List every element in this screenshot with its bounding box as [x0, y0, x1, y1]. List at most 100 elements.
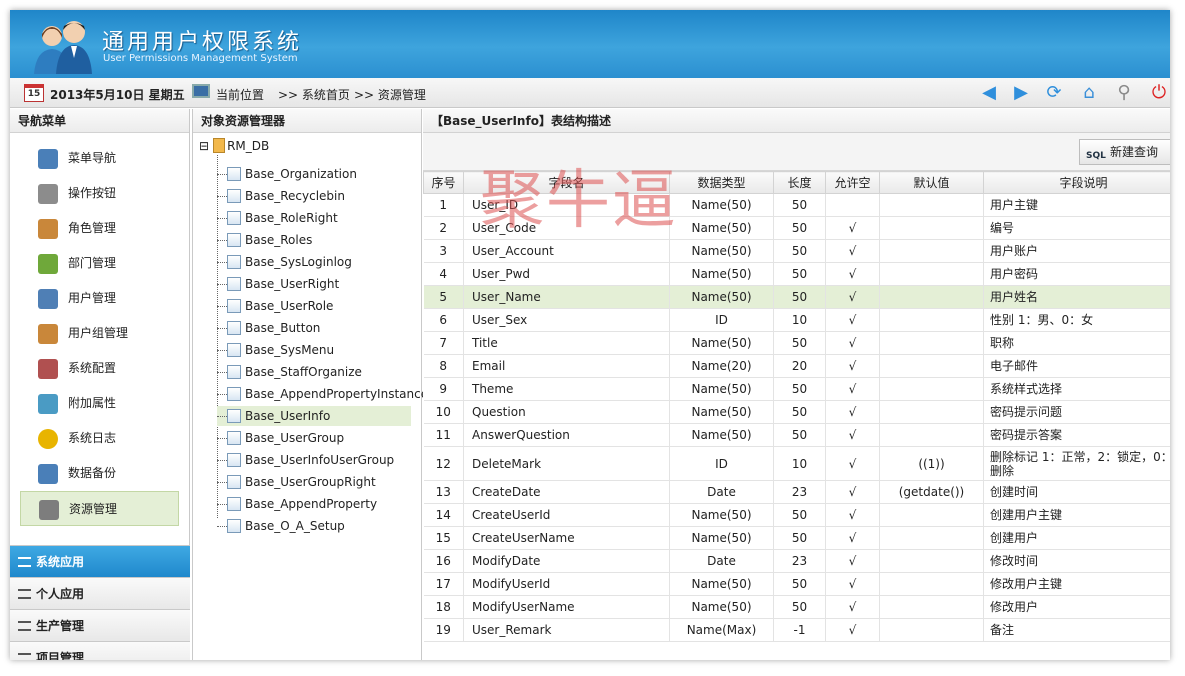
table-row[interactable]: 11 AnswerQuestion Name(50) 50 √ 密码提示答案 [423, 423, 1170, 447]
cell-index: 6 [423, 308, 464, 332]
column-header[interactable]: 数据类型 [669, 171, 774, 194]
table-row[interactable]: 15 CreateUserName Name(50) 50 √ 创建用户 [423, 526, 1170, 550]
tree-node-table[interactable]: Base_AppendProperty [217, 494, 411, 514]
nav-item-users[interactable]: 用户管理 [20, 281, 179, 316]
users-icon [38, 219, 58, 239]
app-header: 通用用户权限系统 User Permissions Management Sys… [10, 10, 1170, 78]
tree-node-table[interactable]: Base_UserGroupRight [217, 472, 411, 492]
tree-node-table[interactable]: Base_Roles [217, 230, 411, 250]
column-header[interactable]: 序号 [423, 171, 464, 194]
tree-node-table[interactable]: Base_StaffOrganize [217, 362, 411, 382]
cell-index: 13 [423, 480, 464, 504]
list-icon [18, 557, 31, 567]
table-file-icon [227, 387, 241, 401]
cell-index: 4 [423, 262, 464, 286]
table-row[interactable]: 7 Title Name(50) 50 √ 职称 [423, 331, 1170, 355]
column-header[interactable]: 允许空 [825, 171, 880, 194]
table-file-icon [227, 255, 241, 269]
tree-node-table[interactable]: Base_UserGroup [217, 428, 411, 448]
tree-node-table[interactable]: Base_UserRight [217, 274, 411, 294]
power-icon[interactable]: ⏻ [1148, 83, 1170, 103]
tree-node-table[interactable]: Base_O_A_Setup [217, 516, 411, 536]
accordion-system-apps[interactable]: 系统应用 [10, 545, 190, 577]
nav-item-departments[interactable]: 部门管理 [20, 246, 179, 281]
table-file-icon [227, 343, 241, 357]
tree-node-table[interactable]: Base_UserInfoUserGroup [217, 450, 411, 470]
cell-description: 创建时间 [983, 480, 1170, 504]
column-header[interactable]: 长度 [773, 171, 826, 194]
table-row[interactable]: 10 Question Name(50) 50 √ 密码提示问题 [423, 400, 1170, 424]
nav-item-user-groups[interactable]: 用户组管理 [20, 316, 179, 351]
table-row[interactable]: 2 User_Code Name(50) 50 √ 编号 [423, 216, 1170, 240]
tree-node-label: Base_UserGroup [245, 431, 345, 445]
tree-node-table[interactable]: Base_Button [217, 318, 411, 338]
accordion-label: 个人应用 [36, 587, 85, 601]
table-structure-title: 【Base_UserInfo】表结构描述 [423, 109, 1170, 133]
cell-description: 密码提示问题 [983, 400, 1170, 424]
cell-data-type: Name(50) [669, 239, 774, 263]
tree-node-table[interactable]: Base_Organization [217, 164, 411, 184]
table-row[interactable]: 8 Email Name(20) 20 √ 电子邮件 [423, 354, 1170, 378]
table-row[interactable]: 5 User_Name Name(50) 50 √ 用户姓名 [423, 285, 1170, 309]
cell-data-type: Name(50) [669, 400, 774, 424]
search-icon[interactable]: ⚲ [1113, 83, 1135, 103]
tree-node-table[interactable]: Base_SysMenu [217, 340, 411, 360]
cell-field-name: ModifyUserName [463, 595, 670, 619]
table-row[interactable]: 1 User_ID Name(50) 50 用户主键 [423, 193, 1170, 217]
nav-item-config[interactable]: 系统配置 [20, 351, 179, 386]
table-row[interactable]: 13 CreateDate Date 23 √ (getdate()) 创建时间 [423, 480, 1170, 504]
refresh-icon[interactable]: ⟳ [1043, 83, 1065, 103]
table-row[interactable]: 19 User_Remark Name(Max) -1 √ 备注 [423, 618, 1170, 642]
tree-root-node[interactable]: ⊟ RM_DB [199, 137, 269, 155]
accordion-personal-apps[interactable]: 个人应用 [10, 577, 190, 609]
nav-menu-list: 菜单导航 操作按钮 角色管理 部门管理 用户管理 用户组管理 系统配置 附加属性… [10, 133, 189, 526]
backup-icon [38, 464, 58, 484]
arrow-right-icon[interactable]: ▶ [1010, 83, 1032, 103]
tree-node-table[interactable]: Base_RoleRight [217, 208, 411, 228]
table-row[interactable]: 6 User_Sex ID 10 √ 性别 1：男、0：女 [423, 308, 1170, 332]
table-row[interactable]: 12 DeleteMark ID 10 √ ((1)) 删除标记 1：正常，2：锁定，0：删… [423, 446, 1170, 481]
arrow-left-icon[interactable]: ◀ [978, 83, 1000, 103]
tree-node-table[interactable]: Base_AppendPropertyInstance [217, 384, 428, 404]
nav-item-menu[interactable]: 菜单导航 [20, 141, 179, 176]
collapse-icon[interactable]: ⊟ [199, 139, 209, 153]
tree-node-table[interactable]: Base_UserRole [217, 296, 411, 316]
accordion-production[interactable]: 生产管理 [10, 609, 190, 641]
cell-data-type: Name(50) [669, 526, 774, 550]
cell-default [879, 503, 984, 527]
nav-item-resources[interactable]: 资源管理 [20, 491, 179, 526]
nav-item-buttons[interactable]: 操作按钮 [20, 176, 179, 211]
cell-length: 50 [773, 423, 826, 447]
wrench-icon [38, 359, 58, 379]
cell-description: 电子邮件 [983, 354, 1170, 378]
new-query-button[interactable]: SQL 新建查询 [1079, 139, 1170, 165]
users-logo-icon [34, 21, 92, 74]
table-row[interactable]: 4 User_Pwd Name(50) 50 √ 用户密码 [423, 262, 1170, 286]
table-row[interactable]: 14 CreateUserId Name(50) 50 √ 创建用户主键 [423, 503, 1170, 527]
cell-field-name: CreateDate [463, 480, 670, 504]
nav-item-logs[interactable]: 系统日志 [20, 421, 179, 456]
column-header[interactable]: 默认值 [879, 171, 984, 194]
cell-index: 1 [423, 193, 464, 217]
breadcrumb-home[interactable]: >> 系统首页 [278, 86, 350, 103]
nav-title: 导航菜单 [10, 109, 189, 133]
cell-default [879, 216, 984, 240]
table-row[interactable]: 3 User_Account Name(50) 50 √ 用户账户 [423, 239, 1170, 263]
tree-node-table[interactable]: Base_Recyclebin [217, 186, 411, 206]
nav-item-backup[interactable]: 数据备份 [20, 456, 179, 491]
column-header[interactable]: 字段名 [463, 171, 670, 194]
cell-nullable: √ [825, 262, 880, 286]
table-row[interactable]: 16 ModifyDate Date 23 √ 修改时间 [423, 549, 1170, 573]
nav-item-roles[interactable]: 角色管理 [20, 211, 179, 246]
home-icon[interactable]: ⌂ [1078, 83, 1100, 103]
tree-node-table[interactable]: Base_UserInfo [217, 406, 411, 426]
table-row[interactable]: 9 Theme Name(50) 50 √ 系统样式选择 [423, 377, 1170, 401]
cell-description: 用户姓名 [983, 285, 1170, 309]
cell-description: 创建用户主键 [983, 503, 1170, 527]
tree-node-table[interactable]: Base_SysLoginlog [217, 252, 411, 272]
table-row[interactable]: 18 ModifyUserName Name(50) 50 √ 修改用户 [423, 595, 1170, 619]
table-row[interactable]: 17 ModifyUserId Name(50) 50 √ 修改用户主键 [423, 572, 1170, 596]
nav-item-attributes[interactable]: 附加属性 [20, 386, 179, 421]
column-header[interactable]: 字段说明 [983, 171, 1170, 194]
accordion-projects[interactable]: 项目管理 [10, 641, 190, 660]
